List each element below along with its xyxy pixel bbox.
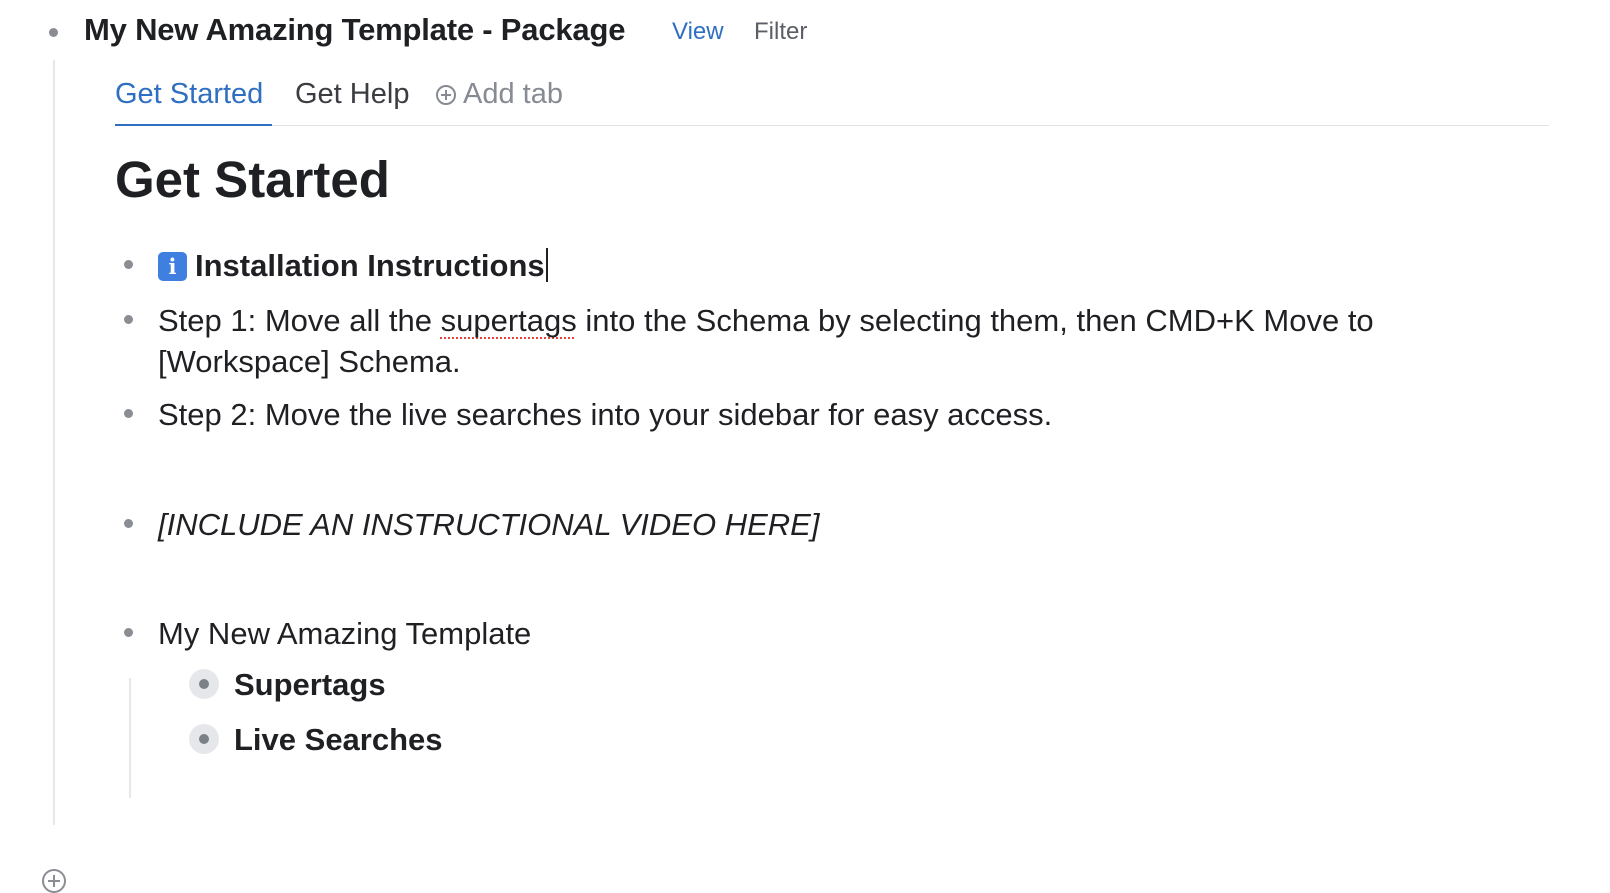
child-item-live-searches[interactable]: Live Searches — [234, 719, 443, 760]
node-bullet[interactable] — [49, 28, 58, 37]
child-item-supertags[interactable]: Supertags — [234, 664, 386, 705]
indent-guide — [53, 60, 55, 825]
collapsed-bullet[interactable] — [189, 724, 219, 754]
plus-circle-icon — [42, 869, 66, 893]
list-item-step-1[interactable]: Step 1: Move all the supertags into the … — [158, 300, 1374, 341]
list-item-bullet[interactable] — [124, 519, 133, 528]
list-item-bullet[interactable] — [124, 628, 133, 637]
list-item-template[interactable]: My New Amazing Template — [158, 613, 531, 654]
list-item-step-2[interactable]: Step 2: Move the live searches into your… — [158, 394, 1052, 435]
step-1-text: Step 1: Move all the — [158, 303, 441, 338]
spellcheck-word[interactable]: supertags — [441, 303, 577, 338]
step-1-text-cont: into the Schema by selecting them, then … — [576, 303, 1374, 338]
installation-title[interactable]: Installation Instructions — [195, 248, 545, 283]
indent-guide — [129, 678, 131, 798]
filter-button[interactable]: Filter — [754, 18, 807, 46]
page-title: Get Started — [115, 151, 390, 208]
tabs-divider — [115, 125, 1549, 126]
add-tab-label: Add tab — [463, 78, 563, 110]
tab-get-help[interactable]: Get Help — [295, 78, 409, 111]
step-1-line-2: [Workspace] Schema. — [158, 344, 461, 379]
info-icon: i — [158, 252, 187, 281]
plus-circle-icon — [436, 84, 456, 105]
text-cursor — [545, 248, 548, 282]
node-title[interactable]: My New Amazing Template - Package — [84, 12, 625, 48]
list-item-bullet[interactable] — [124, 409, 133, 418]
list-item-bullet[interactable] — [124, 315, 133, 324]
add-node-button[interactable] — [42, 869, 66, 893]
active-tab-indicator — [115, 124, 272, 126]
list-item-installation[interactable]: i Installation Instructions — [158, 245, 548, 286]
view-button[interactable]: View — [672, 18, 724, 46]
list-item-video-placeholder[interactable]: [INCLUDE AN INSTRUCTIONAL VIDEO HERE] — [158, 504, 819, 545]
add-tab-button[interactable]: Add tab — [436, 78, 563, 111]
tab-get-started[interactable]: Get Started — [115, 78, 263, 111]
list-item-bullet[interactable] — [124, 260, 133, 269]
collapsed-bullet[interactable] — [189, 669, 219, 699]
